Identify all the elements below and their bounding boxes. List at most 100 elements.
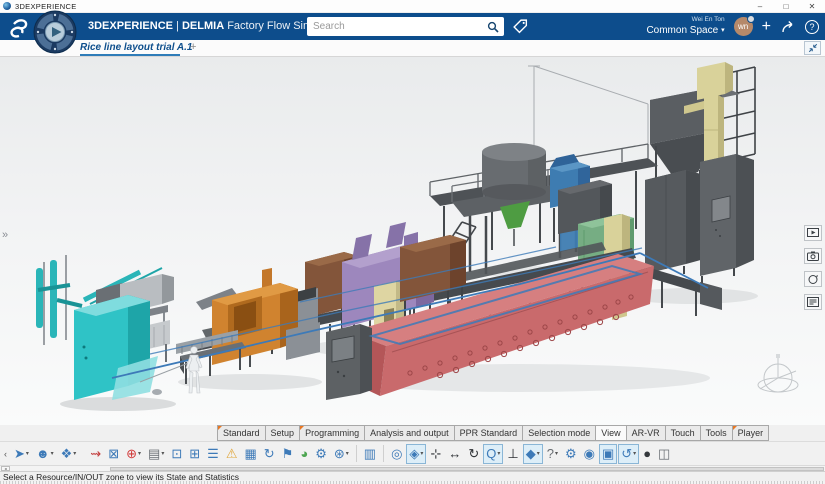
dropdown-caret[interactable]: ▾	[537, 450, 540, 457]
tag-icon[interactable]	[512, 18, 529, 35]
app-icon	[3, 2, 11, 10]
fit-all-icon[interactable]: ⊹	[427, 444, 444, 464]
select-box-icon-glyph: ▣	[602, 447, 614, 460]
dropdown-caret[interactable]: ▾	[138, 450, 141, 457]
quad-view-icon[interactable]: ◫	[655, 444, 673, 464]
process-gear-icon[interactable]: ⚙	[312, 444, 330, 464]
minimize-button[interactable]: –	[747, 0, 773, 13]
reset-rotate-icon[interactable]: ↺▾	[618, 444, 639, 464]
worker-resource-icon-glyph: ☻	[36, 447, 50, 460]
avatar[interactable]: wn	[734, 17, 753, 36]
toolbar-scroll-left[interactable]: ‹	[1, 449, 10, 459]
orbit-sphere-icon[interactable]: ●	[640, 444, 654, 464]
toolbar-separator	[383, 445, 384, 462]
share-icon[interactable]	[780, 19, 796, 35]
ribbon-tab-setup[interactable]: Setup	[266, 425, 301, 441]
ribbon-tab-programming[interactable]: Programming	[300, 425, 365, 441]
normal-view-icon[interactable]: ⊥	[504, 444, 521, 464]
search-bar[interactable]	[307, 17, 504, 36]
stats-pie-icon[interactable]: ◕	[297, 444, 311, 464]
inspect-screen-icon[interactable]: ⊡	[168, 444, 185, 464]
compass-widget[interactable]	[33, 10, 77, 54]
dropdown-caret[interactable]: ▾	[346, 450, 349, 457]
edit-plan-icon[interactable]: ⊞	[186, 444, 203, 464]
camera-icon[interactable]	[804, 248, 822, 264]
factory-scene[interactable]	[0, 57, 825, 425]
3d-viewport[interactable]: »	[0, 57, 825, 425]
control-panel[interactable]	[326, 324, 372, 400]
add-content-button[interactable]: +	[762, 19, 771, 35]
ribbon-tab-view[interactable]: View	[596, 425, 626, 441]
pen-measure-icon[interactable]	[80, 444, 86, 464]
quad-view-icon-glyph: ◫	[658, 447, 670, 460]
schedule-board-icon[interactable]: ▦	[241, 444, 259, 464]
data-table-icon[interactable]: ▥	[361, 444, 379, 464]
close-button[interactable]: ✕	[799, 0, 825, 13]
ribbon-tab-ar-vr[interactable]: AR-VR	[627, 425, 666, 441]
panel-expander-chevron[interactable]: »	[2, 229, 8, 241]
ribbon-tab-ppr-standard[interactable]: PPR Standard	[455, 425, 524, 441]
turntable-icon[interactable]	[804, 271, 822, 287]
create-zone-icon[interactable]: ⊕▾	[123, 444, 144, 464]
iso-view-cube-icon[interactable]: ◈▾	[406, 444, 426, 464]
zoom-lens-icon[interactable]: Q▾	[483, 444, 503, 464]
select-box-icon[interactable]: ▣	[599, 444, 617, 464]
magnifier-icon[interactable]	[487, 21, 499, 33]
laser-pin-icon[interactable]: ⇝	[87, 444, 104, 464]
resource-stack-icon[interactable]: ▤▾	[145, 444, 167, 464]
ribbon-tab-standard[interactable]: Standard	[217, 425, 266, 441]
ribbon-tab-selection-mode[interactable]: Selection mode	[523, 425, 596, 441]
rotate-view-icon[interactable]: ↻	[465, 444, 482, 464]
pointer-icon-glyph: ➤	[14, 447, 25, 460]
dropdown-caret[interactable]: ▾	[497, 450, 500, 457]
collapse-viewport-button[interactable]	[804, 41, 821, 55]
dassault-3ds-logo	[7, 15, 31, 39]
maximize-button[interactable]: □	[773, 0, 799, 13]
zoom-area-icon[interactable]: ◎	[388, 444, 405, 464]
ribbon-tab-analysis-and-output[interactable]: Analysis and output	[365, 425, 455, 441]
bagging-machine[interactable]	[74, 268, 196, 400]
pointer-icon[interactable]: ➤▾	[11, 444, 32, 464]
dropdown-caret[interactable]: ▾	[633, 450, 636, 457]
scrollbar-thumb[interactable]	[110, 467, 824, 471]
ribbon-tab-tools[interactable]: Tools	[701, 425, 733, 441]
ribbon-tab-player[interactable]: Player	[733, 425, 770, 441]
cube-settings-icon[interactable]: ⚙	[562, 444, 580, 464]
layers-hand-icon[interactable]: ☰	[204, 444, 222, 464]
dropdown-caret[interactable]: ▾	[161, 450, 164, 457]
tool-sphere-icon[interactable]: ⊛▾	[331, 444, 352, 464]
ribbon-tab-strip: Standard Setup Programming Analysis and …	[0, 425, 825, 441]
help-icon[interactable]: ?	[805, 20, 819, 34]
pan-icon[interactable]: ↔	[445, 444, 464, 464]
dropdown-caret[interactable]: ▾	[26, 450, 29, 457]
dropdown-caret[interactable]: ▾	[73, 450, 76, 457]
cylinder-query-icon[interactable]: ?▾	[544, 444, 561, 464]
user-space-selector[interactable]: Wei En Ton Common Space ▾	[646, 17, 724, 36]
chevron-down-icon[interactable]: ▾	[721, 27, 725, 34]
worker-resource-icon[interactable]: ☻▾	[33, 444, 57, 464]
application-window: 3DEXPERIENCE – □ ✕ 3DEXPERIENCE | DELMIA…	[0, 0, 825, 484]
inspect-screen-icon-glyph: ⊡	[171, 447, 182, 460]
scrollbar-left-arrow[interactable]: ◂	[1, 466, 10, 471]
horizontal-scrollbar[interactable]: ◂	[0, 465, 825, 471]
flag-route-icon[interactable]: ⚑	[279, 444, 297, 464]
create-zone-icon-glyph: ⊕	[126, 447, 137, 460]
product-cube-icon[interactable]: ⊠	[105, 444, 122, 464]
dropdown-caret[interactable]: ▾	[51, 450, 54, 457]
visibility-cube-icon[interactable]: ◉	[581, 444, 598, 464]
shading-cube-icon[interactable]: ◆▾	[523, 444, 543, 464]
warning-bell-icon[interactable]: ⚠	[223, 444, 241, 464]
media-play-icon[interactable]	[804, 225, 822, 241]
dropdown-caret[interactable]: ▾	[420, 450, 423, 457]
new-tab-button[interactable]: +	[190, 41, 196, 53]
badge-check-icon[interactable]: ❖▾	[58, 444, 80, 464]
search-input[interactable]	[307, 21, 487, 32]
document-tab-active[interactable]: Rice line layout trial A.1	[80, 40, 180, 56]
space-label[interactable]: Common Space	[646, 26, 718, 36]
orbit-sphere-icon-glyph: ●	[643, 447, 651, 460]
ribbon-tab-touch[interactable]: Touch	[666, 425, 701, 441]
os-title-bar: 3DEXPERIENCE – □ ✕	[0, 0, 825, 13]
update-cycle-icon[interactable]: ↻	[261, 444, 278, 464]
panel-list-icon[interactable]	[804, 294, 822, 310]
dropdown-caret[interactable]: ▾	[555, 450, 558, 457]
